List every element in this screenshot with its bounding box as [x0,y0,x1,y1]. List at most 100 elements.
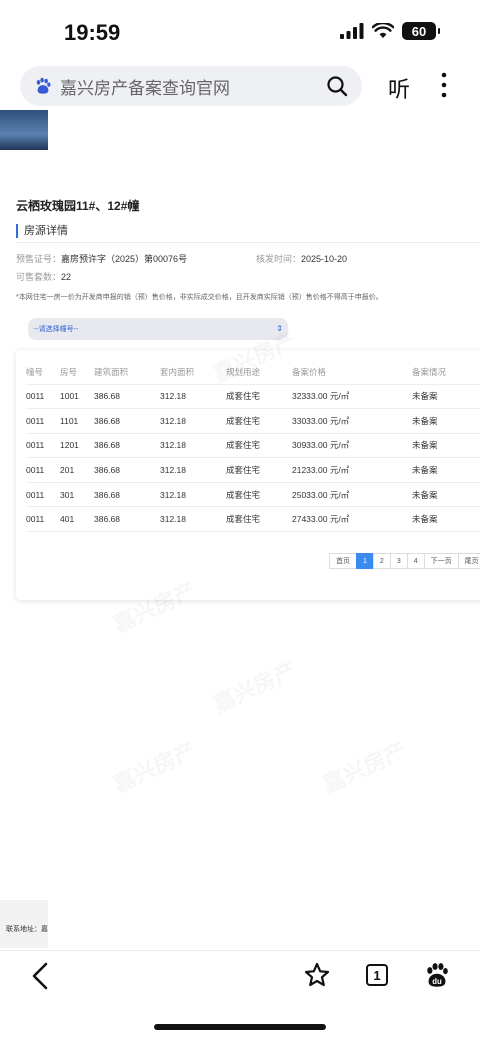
star-icon[interactable] [304,962,330,988]
cell-gross-area: 386.68 [94,457,160,483]
units-info: 可售套数：22 [16,270,71,283]
presale-label: 预售证号： [16,254,62,264]
cell-status: 未备案 [412,482,480,508]
cell-usage: 成套住宅 [226,506,292,533]
cell-usage: 成套住宅 [226,384,292,410]
svg-text:du: du [432,977,442,986]
pager-page-1[interactable]: 1 [356,553,374,569]
cell-usage: 成套住宅 [226,457,292,483]
cell-price: 32333.00 元/㎡ [292,384,412,410]
cell-price: 27433.00 元/㎡ [292,506,412,533]
status-icons: 60 [340,22,440,40]
cell-price: 21233.00 元/㎡ [292,457,412,483]
pagination: 首页 1 2 3 4 下一页 尾页 [329,553,480,569]
pager-page-3[interactable]: 3 [389,553,408,569]
status-bar: 19:59 60 [0,0,480,62]
cell-inner-area: 312.18 [160,506,226,533]
cell-gross-area: 386.68 [94,506,160,533]
section-title: 房源详情 [16,224,68,238]
tabs-button[interactable]: 1 [366,964,388,986]
watermark: 嘉兴房产 [107,733,200,799]
pager-next[interactable]: 下一页 [423,553,459,569]
building-select[interactable]: --请选择幢号-- ⇕ [28,318,288,340]
unit-table: 幢号 房号 建筑面积 套内面积 规划用途 备案价格 备案情况 0011 1001… [26,360,480,533]
pager-last[interactable]: 尾页 [457,553,480,569]
cell-building: 0011 [26,408,60,434]
watermark: 嘉兴房产 [317,733,410,799]
address-text[interactable]: 嘉兴房产备案查询官网 [60,74,326,99]
cell-building: 0011 [26,433,60,459]
back-icon[interactable] [30,962,50,990]
cell-room: 1101 [60,408,94,434]
status-time: 19:59 [64,20,121,45]
cell-gross-area: 386.68 [94,482,160,508]
home-indicator [154,1024,326,1030]
cell-building: 0011 [26,482,60,508]
header-building: 幢号 [26,360,60,385]
cell-status: 未备案 [412,433,480,459]
cell-room: 201 [60,457,94,483]
cell-status: 未备案 [412,457,480,483]
address-bar[interactable]: 嘉兴房产备案查询官网 [20,66,362,106]
signal-icon [340,23,364,39]
table-row: 0011 1101 386.68 312.18 成套住宅 33033.00 元/… [26,408,480,434]
cell-status: 未备案 [412,408,480,434]
baidu-paw-icon [36,77,51,94]
baidu-home-icon[interactable]: du [424,962,450,988]
cell-building: 0011 [26,506,60,533]
section-divider [16,242,480,243]
table-row: 0011 301 386.68 312.18 成套住宅 25033.00 元/㎡… [26,482,480,508]
cell-room: 1001 [60,384,94,410]
header-status: 备案情况 [412,360,480,385]
cell-gross-area: 386.68 [94,384,160,410]
unit-list-card: 幢号 房号 建筑面积 套内面积 规划用途 备案价格 备案情况 0011 1001… [16,350,480,600]
table-row: 0011 401 386.68 312.18 成套住宅 27433.00 元/㎡… [26,506,480,533]
cell-inner-area: 312.18 [160,433,226,459]
watermark: 嘉兴房产 [207,653,300,719]
more-menu-icon[interactable] [440,72,448,98]
cell-usage: 成套住宅 [226,433,292,459]
cell-price: 33033.00 元/㎡ [292,408,412,434]
cell-status: 未备案 [412,506,480,533]
building-select-placeholder: --请选择幢号-- [34,326,79,333]
cell-gross-area: 386.68 [94,408,160,434]
search-icon[interactable] [326,75,348,97]
issue-value: 2025-10-20 [301,254,348,264]
price-notice: *本网住宅一房一价为开发商申报的销（预）售价格，非实际成交价格，且开发商实际销（… [16,294,383,301]
presale-value: 嘉房预许字（2025）第00076号 [61,254,188,264]
cell-building: 0011 [26,384,60,410]
units-value: 22 [61,272,72,282]
pager-first[interactable]: 首页 [329,553,357,569]
cell-usage: 成套住宅 [226,482,292,508]
cell-inner-area: 312.18 [160,408,226,434]
project-banner-image [0,110,48,150]
listen-button[interactable]: 听 [388,72,410,104]
cell-usage: 成套住宅 [226,408,292,434]
cell-price: 30933.00 元/㎡ [292,433,412,459]
footer-contact: 联系地址：嘉 [6,926,48,933]
header-price: 备案价格 [292,360,412,385]
table-row: 0011 1001 386.68 312.18 成套住宅 32333.00 元/… [26,384,480,410]
table-row: 0011 1201 386.68 312.18 成套住宅 30933.00 元/… [26,433,480,459]
header-room: 房号 [60,360,94,385]
cell-room: 301 [60,482,94,508]
project-title: 云栖玫瑰园11#、12#幢 [16,199,140,213]
cell-gross-area: 386.68 [94,433,160,459]
presale-info: 预售证号：嘉房预许字（2025）第00076号 [16,252,187,265]
cell-inner-area: 312.18 [160,482,226,508]
issue-label: 核发时间： [256,254,302,264]
cell-status: 未备案 [412,384,480,410]
cell-room: 401 [60,506,94,533]
header-gross-area: 建筑面积 [94,360,160,385]
wifi-icon [372,23,394,38]
pager-page-4[interactable]: 4 [406,553,425,569]
battery-indicator: 60 [402,22,440,40]
table-row: 0011 201 386.68 312.18 成套住宅 21233.00 元/㎡… [26,457,480,483]
issue-info: 核发时间：2025-10-20 [256,252,347,265]
cell-room: 1201 [60,433,94,459]
units-label: 可售套数： [16,272,62,282]
pager-page-2[interactable]: 2 [372,553,391,569]
cell-inner-area: 312.18 [160,384,226,410]
cell-inner-area: 312.18 [160,457,226,483]
cell-building: 0011 [26,457,60,483]
